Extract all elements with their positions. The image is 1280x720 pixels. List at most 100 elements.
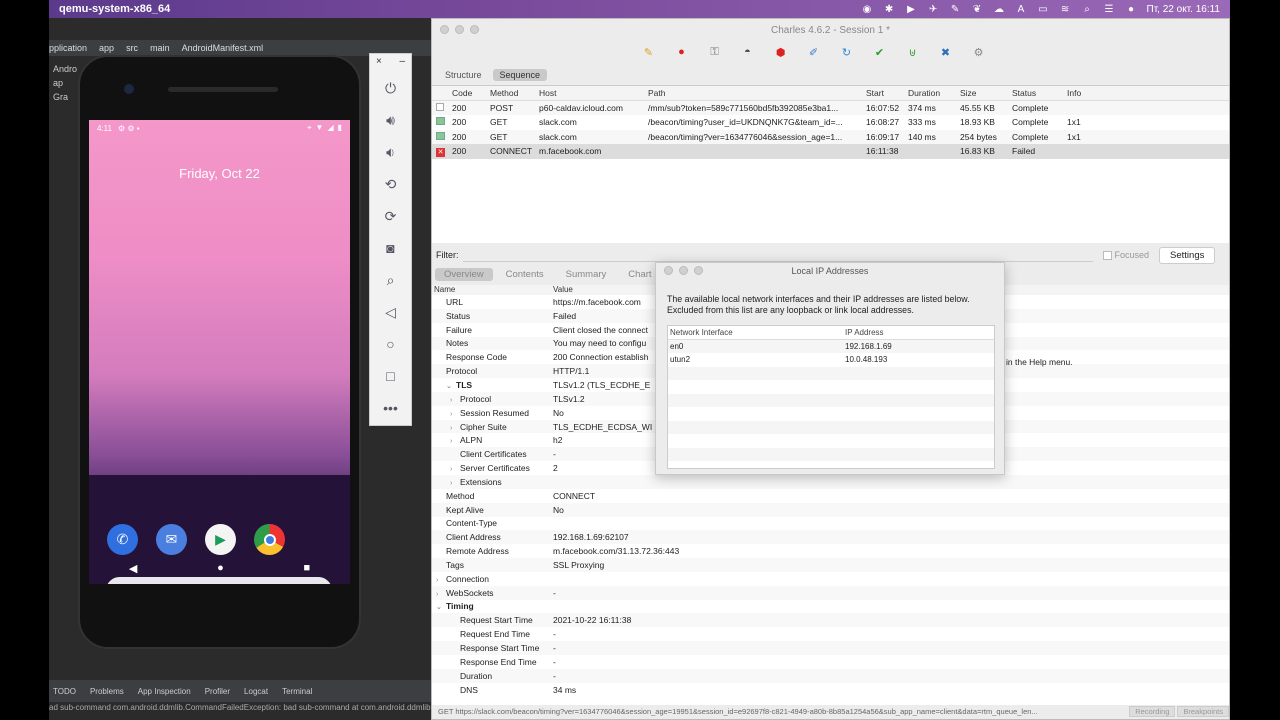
overview-row[interactable]: › WebSockets - [432,585,1229,600]
table-row[interactable]: en0 192.168.1.69 [668,339,994,353]
basket-icon[interactable]: ⊎ [896,46,929,59]
col-interface[interactable]: Network Interface [668,328,845,337]
camera-screenshot-icon[interactable]: ◙ [370,232,411,264]
overview-row[interactable]: Kept Alive No [432,502,1229,517]
close-icon[interactable]: × [376,56,382,70]
col-name[interactable]: Name [432,285,553,295]
col-size[interactable]: Size [960,88,1012,98]
chevron-right-icon[interactable]: › [450,438,460,445]
crumb[interactable]: main [150,43,170,53]
crumb[interactable]: pplication [49,43,87,53]
more-icon[interactable]: ••• [370,392,411,424]
record-icon[interactable]: ◉ [861,4,874,15]
overview-row[interactable]: Request End Time - [432,627,1229,641]
play-icon[interactable]: ▶ [905,4,918,15]
chevron-right-icon[interactable]: › [436,577,446,584]
overview-row[interactable]: › Connection [432,572,1229,586]
overview-row[interactable]: Duration - [432,668,1229,683]
tool-tab-profiler[interactable]: Profiler [205,687,230,696]
control-center-icon[interactable]: ☰ [1103,4,1116,15]
col-value[interactable]: Value [553,285,573,295]
back-icon[interactable]: ◀ [129,562,137,575]
col-info[interactable]: Info [1067,88,1107,98]
tools-icon[interactable]: ✖ [929,46,962,59]
tool-tab-app-inspection[interactable]: App Inspection [138,687,191,696]
breakpoints-button[interactable]: Breakpoints [1177,706,1229,717]
rotate-left-icon[interactable]: ⟲ [370,168,411,200]
telegram-icon[interactable]: ✈ [927,4,940,15]
table-row[interactable]: 200 POST p60-caldav.icloud.com /mm/sub?t… [432,100,1229,115]
volume-up-icon[interactable]: 🔊︎ [370,104,411,136]
tab-sequence[interactable]: Sequence [492,69,548,81]
back-icon[interactable]: ◁ [370,296,411,328]
project-item[interactable]: Andro [53,62,79,76]
minimize-icon[interactable]: – [399,56,405,70]
battery-icon[interactable]: ▭ [1037,4,1050,15]
col-status[interactable]: Status [1012,88,1067,98]
tab-structure[interactable]: Structure [438,69,489,81]
volume-down-icon[interactable]: 🔉︎ [370,136,411,168]
wifi-icon[interactable]: ≋ [1059,4,1072,15]
table-row[interactable]: 200 GET slack.com /beacon/timing?user_id… [432,115,1229,130]
evernote-icon[interactable]: ❦ [971,4,984,15]
filter-input[interactable] [462,248,1093,262]
zoom-button[interactable] [694,266,703,275]
device-screen[interactable]: 4:11 ⚙ ⚙ ▪ ⌖ ▼ ◢ ▮ Friday, Oct 22 ✆ ✉ ▶ … [89,120,350,584]
cloud-icon[interactable]: ☁ [993,4,1006,15]
table-row-selected[interactable]: ✕ 200 CONNECT m.facebook.com 16:11:38 16… [432,144,1229,159]
recents-icon[interactable]: ■ [303,562,310,574]
chrome-icon[interactable] [254,524,285,555]
pen-icon[interactable]: ✎ [949,4,962,15]
overview-row[interactable]: DNS 34 ms [432,683,1229,697]
overview-row[interactable]: Remote Address m.facebook.com/31.13.72.36… [432,544,1229,558]
broom-icon[interactable]: ✎ [632,46,665,59]
tab-summary[interactable]: Summary [557,268,616,281]
validate-icon[interactable]: ✔ [863,46,896,59]
settings-icon[interactable]: ⚙ [962,46,995,59]
tool-tab-problems[interactable]: Problems [90,687,124,696]
chevron-right-icon[interactable]: › [450,397,460,404]
tool-tab-todo[interactable]: TODO [53,687,76,696]
chevron-right-icon[interactable]: › [450,480,460,487]
close-button[interactable] [440,25,449,34]
overview-row[interactable]: Method CONNECT [432,489,1229,503]
overview-icon[interactable]: □ [370,360,411,392]
chevron-right-icon[interactable]: › [436,591,446,598]
slack-icon[interactable]: ✱ [883,4,896,15]
chevron-right-icon[interactable]: › [450,466,460,473]
home-icon[interactable]: ○ [370,328,411,360]
overview-row[interactable]: Tags SSL Proxying [432,558,1229,572]
overview-row[interactable]: Response Start Time - [432,641,1229,655]
throttle-icon[interactable]: ◓ [731,46,764,58]
compose-icon[interactable]: ✐ [797,46,830,59]
chevron-down-icon[interactable]: ⌄ [446,382,456,390]
chevron-down-icon[interactable]: ⌄ [436,603,446,611]
ssl-lock-icon[interactable]: ⚿ [698,46,731,59]
siri-icon[interactable]: ● [1125,4,1138,15]
table-row[interactable]: utun2 10.0.48.193 [668,353,994,367]
overview-row[interactable]: › Extensions [432,474,1229,489]
search-icon[interactable]: ⌕ [1081,4,1094,15]
overview-row[interactable]: ⌄ Timing [432,600,1229,614]
overview-row[interactable]: Request Start Time 2021-10-22 16:11:38 [432,613,1229,628]
repeat-icon[interactable]: ↻ [830,46,863,59]
tool-tab-logcat[interactable]: Logcat [244,687,268,696]
zoom-icon[interactable]: ⌕ [370,264,411,296]
close-button[interactable] [664,266,673,275]
minimize-button[interactable] [679,266,688,275]
overview-row[interactable]: Response End Time - [432,655,1229,669]
record-icon[interactable]: ● [665,46,698,58]
font-icon[interactable]: A [1015,4,1028,15]
col-start[interactable]: Start [866,88,908,98]
zoom-button[interactable] [470,25,479,34]
recording-button[interactable]: Recording [1129,706,1176,717]
col-path[interactable]: Path [648,88,866,98]
phone-app-icon[interactable]: ✆ [107,524,138,555]
focused-checkbox[interactable]: Focused [1102,250,1149,260]
tab-contents[interactable]: Contents [497,268,553,281]
tab-overview[interactable]: Overview [435,268,493,281]
play-store-icon[interactable]: ▶ [205,524,236,555]
messages-app-icon[interactable]: ✉ [156,524,187,555]
col-method[interactable]: Method [490,88,539,98]
project-item[interactable]: Gra [53,90,79,104]
